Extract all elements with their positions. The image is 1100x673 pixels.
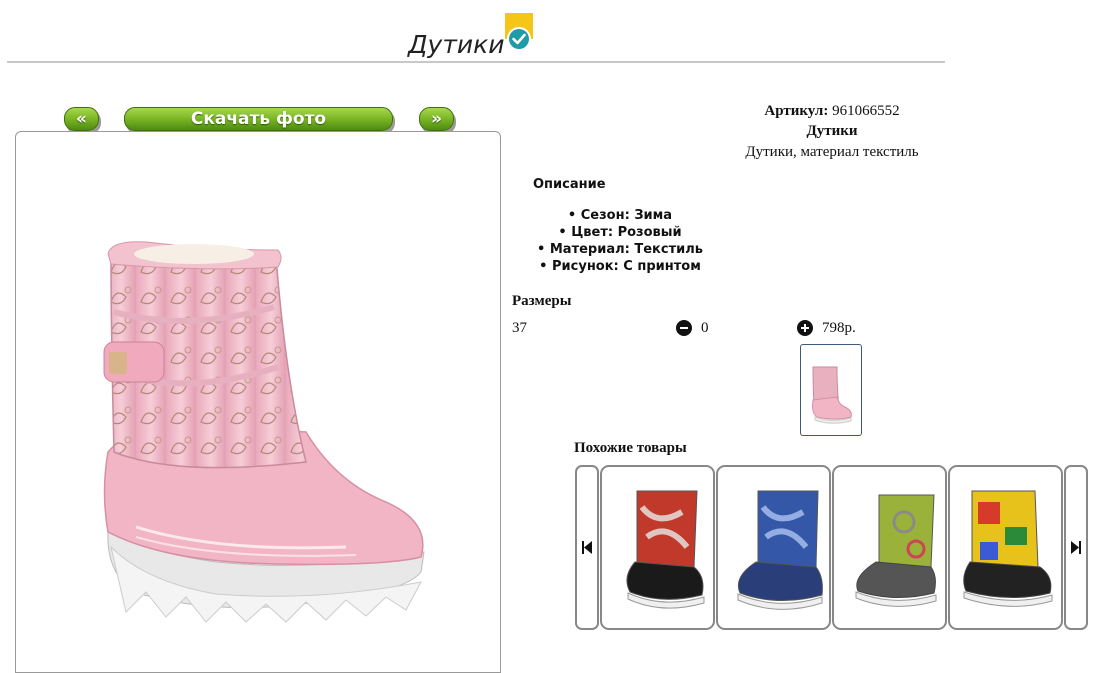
prev-photo-button[interactable]: « [64, 107, 99, 131]
header-divider [7, 61, 945, 63]
feature-item: Материал: Текстиль [530, 241, 710, 258]
product-thumbnail[interactable] [800, 344, 862, 436]
similar-product-card[interactable] [948, 465, 1063, 630]
page-title: Дутики [408, 30, 505, 59]
similar-products-heading: Похожие товары [574, 440, 687, 456]
verified-badge-icon [505, 13, 533, 51]
pink-boot-thumbnail-image [812, 366, 852, 424]
price-value: 798р. [822, 320, 856, 336]
feature-item: Рисунок: С принтом [530, 258, 710, 275]
sizes-heading: Размеры [512, 293, 572, 309]
plus-circle-icon[interactable] [797, 320, 813, 336]
next-photo-button[interactable]: » [419, 107, 454, 131]
minus-circle-icon[interactable] [676, 320, 692, 336]
pink-boot-image [103, 241, 425, 623]
article-line: Артикул: 961066552 [700, 103, 964, 120]
similar-product-card[interactable] [716, 465, 831, 630]
multicolor-boot-image [963, 490, 1053, 607]
green-boot-image [855, 494, 937, 607]
article-label: Артикул: [764, 103, 829, 119]
feature-item: Сезон: Зима [530, 207, 710, 224]
product-name: Дутики [806, 123, 858, 139]
similar-product-card[interactable] [832, 465, 947, 630]
description-heading: Описание [533, 177, 606, 192]
skip-back-icon [582, 541, 592, 554]
blue-boot-image [737, 490, 823, 610]
similar-product-card[interactable] [600, 465, 715, 630]
carousel-prev-button[interactable] [575, 465, 599, 630]
main-product-photo[interactable] [15, 131, 501, 673]
carousel-next-button[interactable] [1064, 465, 1088, 630]
red-boot-image [626, 490, 705, 609]
size-value: 37 [512, 320, 527, 336]
feature-item: Цвет: Розовый [530, 224, 710, 241]
download-photo-button[interactable]: Скачать фото [124, 107, 393, 131]
article-value: 961066552 [832, 103, 900, 119]
features-list: Сезон: Зима Цвет: Розовый Материал: Текс… [530, 207, 710, 275]
skip-forward-icon [1071, 541, 1081, 554]
quantity-value: 0 [701, 320, 709, 336]
product-subtitle: Дутики, материал текстиль [745, 144, 919, 160]
